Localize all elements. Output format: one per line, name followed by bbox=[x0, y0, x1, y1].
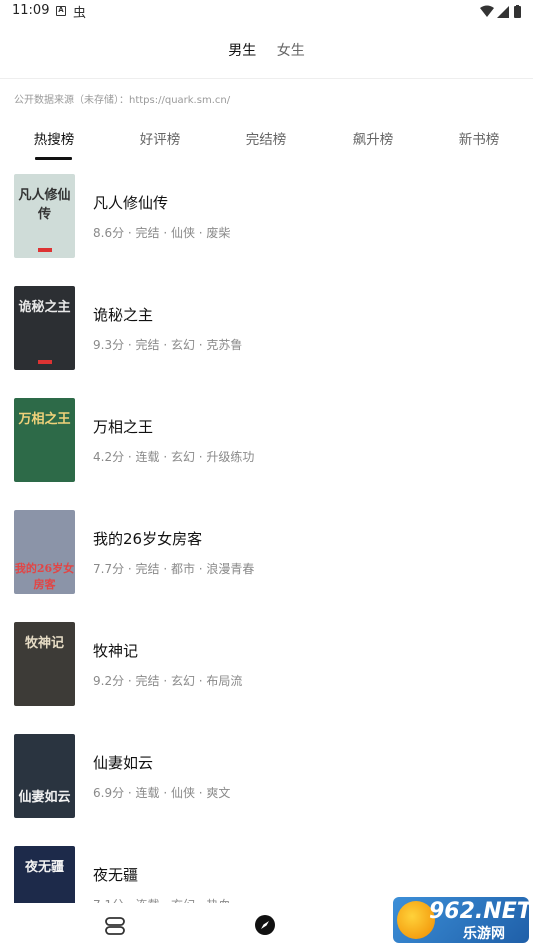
book-cover[interactable]: 万相之王 bbox=[14, 398, 75, 482]
cover-title: 万相之王 bbox=[18, 412, 71, 427]
bookshelf-icon[interactable] bbox=[104, 915, 126, 937]
header-divider bbox=[0, 78, 533, 79]
book-title[interactable]: 诡秘之主 bbox=[93, 304, 153, 325]
status-bar: 11:09 A 虫 bbox=[0, 0, 533, 24]
book-item[interactable]: 夜无疆 夜无疆 7.1分 · 连载 · 玄幻 · 热血 bbox=[0, 846, 533, 904]
wifi-signal-battery-icon bbox=[480, 5, 521, 18]
book-item[interactable]: 我的26岁女房客 我的26岁女房客 7.7分 · 完结 · 都市 · 浪漫青春 bbox=[0, 510, 533, 622]
tab-female[interactable]: 女生 bbox=[277, 40, 305, 60]
status-icons bbox=[479, 4, 523, 23]
discover-compass-icon[interactable] bbox=[254, 914, 276, 936]
publisher-tag bbox=[38, 360, 52, 364]
cover-title: 凡人修仙传 bbox=[18, 188, 71, 222]
book-cover[interactable]: 牧神记 bbox=[14, 622, 75, 706]
cover-title: 我的26岁女房客 bbox=[14, 562, 75, 591]
watermark-text: 962.NET bbox=[429, 899, 529, 924]
book-meta: 8.6分 · 完结 · 仙侠 · 废柴 bbox=[93, 226, 231, 240]
book-title[interactable]: 牧神记 bbox=[93, 640, 138, 661]
watermark-subtext: 乐游网 bbox=[463, 926, 505, 942]
book-title[interactable]: 夜无疆 bbox=[93, 864, 138, 885]
book-title[interactable]: 仙妻如云 bbox=[93, 752, 153, 773]
source-note: 公开数据来源（未存储）：https://quark.sm.cn/ bbox=[14, 95, 231, 106]
tab-completed[interactable]: 完结榜 bbox=[245, 128, 287, 162]
book-title[interactable]: 我的26岁女房客 bbox=[93, 528, 202, 549]
notification-a-icon: A bbox=[56, 6, 66, 16]
notification-bug-icon: 虫 bbox=[73, 6, 87, 21]
cover-title: 牧神记 bbox=[24, 636, 64, 651]
cover-title: 夜无疆 bbox=[24, 860, 64, 875]
publisher-tag bbox=[38, 248, 52, 252]
tab-rising[interactable]: 飙升榜 bbox=[352, 128, 394, 162]
book-list: 凡人修仙传 凡人修仙传 8.6分 · 完结 · 仙侠 · 废柴 诡秘之主 诡秘之… bbox=[0, 174, 533, 904]
watermark-logo: 962.NET 乐游网 bbox=[393, 897, 529, 943]
book-item[interactable]: 诡秘之主 诡秘之主 9.3分 · 完结 · 玄幻 · 克苏鲁 bbox=[0, 286, 533, 398]
book-meta: 6.9分 · 连载 · 仙侠 · 爽文 bbox=[93, 786, 231, 800]
book-title[interactable]: 万相之王 bbox=[93, 416, 153, 437]
book-cover[interactable]: 诡秘之主 bbox=[14, 286, 75, 370]
book-meta: 9.3分 · 完结 · 玄幻 · 克苏鲁 bbox=[93, 338, 243, 352]
ranking-tabs: 热搜榜 好评榜 完结榜 飙升榜 新书榜 bbox=[0, 128, 533, 162]
gender-tabs: 男生 女生 bbox=[0, 40, 533, 62]
book-item[interactable]: 万相之王 万相之王 4.2分 · 连载 · 玄幻 · 升级练功 bbox=[0, 398, 533, 510]
status-time: 11:09 bbox=[12, 3, 50, 18]
book-meta: 4.2分 · 连载 · 玄幻 · 升级练功 bbox=[93, 450, 255, 464]
book-title[interactable]: 凡人修仙传 bbox=[93, 192, 168, 213]
book-cover[interactable]: 我的26岁女房客 bbox=[14, 510, 75, 594]
book-item[interactable]: 仙妻如云 仙妻如云 6.9分 · 连载 · 仙侠 · 爽文 bbox=[0, 734, 533, 846]
book-cover[interactable]: 仙妻如云 bbox=[14, 734, 75, 818]
cover-title: 诡秘之主 bbox=[18, 300, 71, 315]
book-meta: 7.7分 · 完结 · 都市 · 浪漫青春 bbox=[93, 562, 255, 576]
tab-male[interactable]: 男生 bbox=[228, 40, 256, 60]
cover-title: 仙妻如云 bbox=[18, 790, 71, 805]
book-meta: 9.2分 · 完结 · 玄幻 · 布局流 bbox=[93, 674, 243, 688]
book-cover[interactable]: 凡人修仙传 bbox=[14, 174, 75, 258]
active-tab-indicator bbox=[35, 157, 72, 160]
tab-new-books[interactable]: 新书榜 bbox=[458, 128, 500, 162]
book-item[interactable]: 凡人修仙传 凡人修仙传 8.6分 · 完结 · 仙侠 · 废柴 bbox=[0, 174, 533, 286]
tab-top-rated[interactable]: 好评榜 bbox=[139, 128, 181, 162]
book-item[interactable]: 牧神记 牧神记 9.2分 · 完结 · 玄幻 · 布局流 bbox=[0, 622, 533, 734]
book-cover[interactable]: 夜无疆 bbox=[14, 846, 75, 904]
